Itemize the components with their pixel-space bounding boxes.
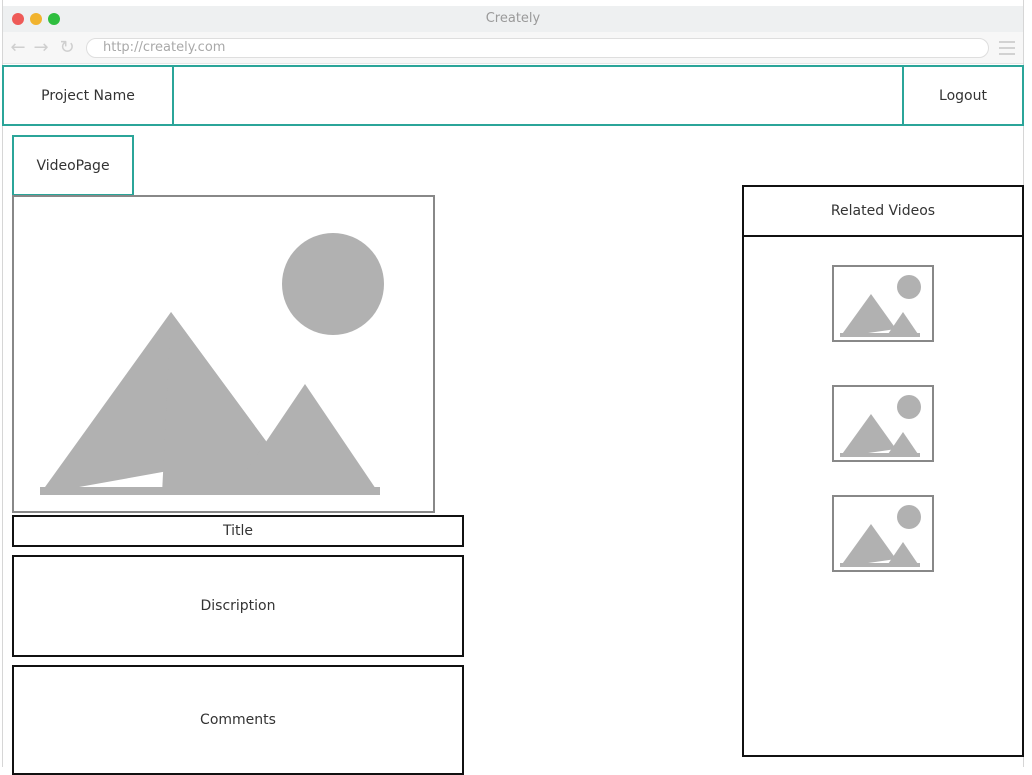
- window-title: Creately: [485, 11, 541, 26]
- video-title-box: Title: [12, 515, 464, 547]
- project-name-text: Project Name: [41, 87, 135, 104]
- project-name-label[interactable]: Project Name: [2, 65, 174, 126]
- header-bar: [172, 65, 905, 126]
- video-comments-box[interactable]: Comments: [12, 665, 464, 775]
- related-videos-heading: Related Videos: [830, 203, 936, 219]
- related-video-thumbnail[interactable]: [832, 495, 934, 572]
- logout-label: Logout: [939, 87, 987, 104]
- related-video-thumbnail[interactable]: [832, 385, 934, 462]
- logout-button[interactable]: Logout: [902, 65, 1024, 126]
- video-description-box: Discription: [12, 555, 464, 657]
- forward-arrow-icon[interactable]: →: [31, 38, 51, 58]
- image-placeholder-icon: [40, 233, 384, 495]
- related-videos-header: Related Videos: [742, 185, 1024, 237]
- video-title-label: Title: [222, 523, 253, 539]
- video-player[interactable]: [12, 195, 435, 513]
- related-video-thumbnail[interactable]: [832, 265, 934, 342]
- back-arrow-icon[interactable]: ←: [8, 38, 28, 58]
- reload-icon[interactable]: ↻: [57, 38, 77, 58]
- tab-videopage[interactable]: VideoPage: [12, 135, 134, 196]
- image-placeholder-icon: [840, 395, 921, 457]
- image-placeholder-icon: [840, 505, 921, 567]
- url-text[interactable]: http://creately.com: [103, 39, 225, 57]
- video-comments-label: Comments: [200, 712, 276, 728]
- image-placeholder-icon: [840, 275, 921, 337]
- video-description-label: Discription: [200, 598, 276, 614]
- tab-videopage-label: VideoPage: [36, 157, 110, 174]
- hamburger-menu-icon[interactable]: [999, 39, 1015, 57]
